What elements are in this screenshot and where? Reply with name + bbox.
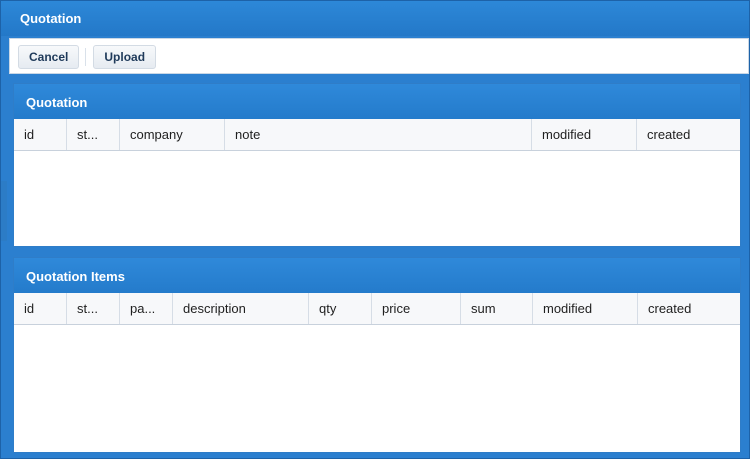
splitter-handle[interactable]: [1, 181, 7, 241]
items-grid-body[interactable]: [14, 325, 740, 452]
column-header-created[interactable]: created: [638, 293, 740, 324]
window-title: Quotation: [20, 11, 82, 26]
quotation-grid-body[interactable]: [14, 151, 740, 246]
column-header-status[interactable]: st...: [67, 119, 120, 150]
column-header-note[interactable]: note: [225, 119, 532, 150]
quotation-grid-header: id st... company note modified created: [14, 119, 740, 151]
column-header-id[interactable]: id: [14, 293, 67, 324]
quotation-panel-header: Quotation: [14, 84, 740, 119]
column-header-status[interactable]: st...: [67, 293, 120, 324]
column-header-sum[interactable]: sum: [461, 293, 533, 324]
quotation-window: Quotation Cancel Upload Quotation id st..…: [0, 0, 750, 459]
column-header-created[interactable]: created: [637, 119, 740, 150]
toolbar: Cancel Upload: [9, 38, 749, 74]
column-header-company[interactable]: company: [120, 119, 225, 150]
column-header-qty[interactable]: qty: [309, 293, 372, 324]
cancel-button[interactable]: Cancel: [18, 45, 80, 69]
upload-button[interactable]: Upload: [93, 45, 157, 69]
column-header-modified[interactable]: modified: [532, 119, 637, 150]
column-header-modified[interactable]: modified: [533, 293, 638, 324]
window-header[interactable]: Quotation: [1, 1, 749, 36]
column-header-price[interactable]: price: [372, 293, 461, 324]
quotation-panel: Quotation id st... company note modified…: [13, 83, 741, 247]
column-header-id[interactable]: id: [14, 119, 67, 150]
column-header-description[interactable]: description: [173, 293, 309, 324]
quotation-panel-title: Quotation: [26, 95, 88, 110]
toolbar-separator: [85, 48, 87, 66]
quotation-items-panel-header: Quotation Items: [14, 258, 740, 293]
quotation-items-panel-title: Quotation Items: [26, 269, 125, 284]
items-grid-header: id st... pa... description qty price sum…: [14, 293, 740, 325]
quotation-items-panel: Quotation Items id st... pa... descripti…: [13, 257, 741, 453]
column-header-part[interactable]: pa...: [120, 293, 173, 324]
